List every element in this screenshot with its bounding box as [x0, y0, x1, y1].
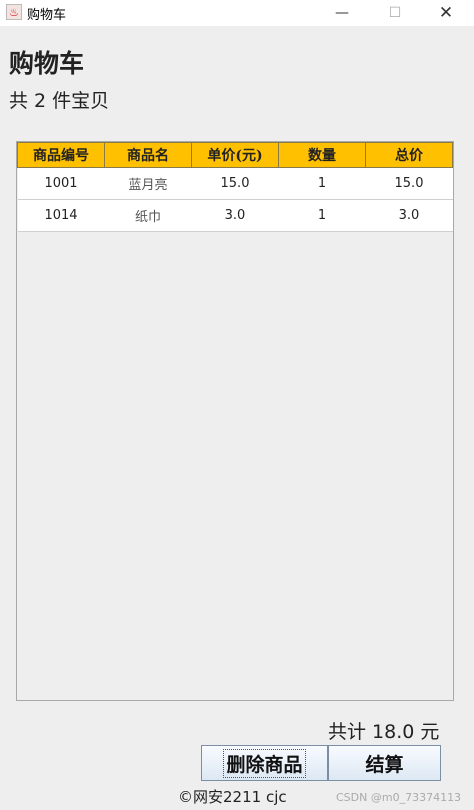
cell-price[interactable]: 3.0 — [191, 199, 279, 232]
java-cup-icon: ♨ — [6, 4, 22, 20]
cell-total[interactable]: 3.0 — [365, 199, 453, 232]
title-bar: ♨ 购物车 — ☐ ✕ — [0, 0, 474, 26]
delete-item-label: 删除商品 — [223, 748, 306, 778]
window-title: 购物车 — [27, 8, 67, 23]
maximize-button[interactable]: ☐ — [373, 0, 417, 26]
cell-name[interactable]: 纸巾 — [104, 199, 192, 232]
column-header-quantity[interactable]: 数量 — [278, 142, 366, 168]
checkout-button[interactable]: 结算 — [328, 745, 441, 781]
cell-quantity[interactable]: 1 — [278, 199, 366, 232]
item-count: 共 2 件宝贝 — [9, 90, 110, 112]
cell-total[interactable]: 15.0 — [365, 167, 453, 200]
cell-id[interactable]: 1001 — [17, 167, 105, 200]
watermark: CSDN @m0_73374113 — [336, 791, 462, 804]
cart-total: 共计 18.0 元 — [328, 721, 440, 743]
cell-price[interactable]: 15.0 — [191, 167, 279, 200]
close-button[interactable]: ✕ — [424, 0, 468, 26]
minimize-button[interactable]: — — [320, 0, 364, 26]
page-title: 购物车 — [9, 49, 85, 78]
column-header-price[interactable]: 单价(元) — [191, 142, 279, 168]
footer-credit: ©网安2211 cjc — [178, 788, 287, 806]
cell-id[interactable]: 1014 — [17, 199, 105, 232]
table-row[interactable]: 1014 纸巾 3.0 1 3.0 — [17, 199, 453, 232]
column-header-total[interactable]: 总价 — [365, 142, 453, 168]
cart-table[interactable]: 商品编号 商品名 单价(元) 数量 总价 1001 蓝月亮 15.0 1 15.… — [17, 142, 453, 232]
table-row[interactable]: 1001 蓝月亮 15.0 1 15.0 — [17, 167, 453, 200]
column-header-name[interactable]: 商品名 — [104, 142, 192, 168]
cell-name[interactable]: 蓝月亮 — [104, 167, 192, 200]
cart-table-panel[interactable]: 商品编号 商品名 单价(元) 数量 总价 1001 蓝月亮 15.0 1 15.… — [16, 141, 454, 701]
column-header-id[interactable]: 商品编号 — [17, 142, 105, 168]
table-header-row: 商品编号 商品名 单价(元) 数量 总价 — [17, 142, 453, 168]
delete-item-button[interactable]: 删除商品 — [201, 745, 328, 781]
cell-quantity[interactable]: 1 — [278, 167, 366, 200]
